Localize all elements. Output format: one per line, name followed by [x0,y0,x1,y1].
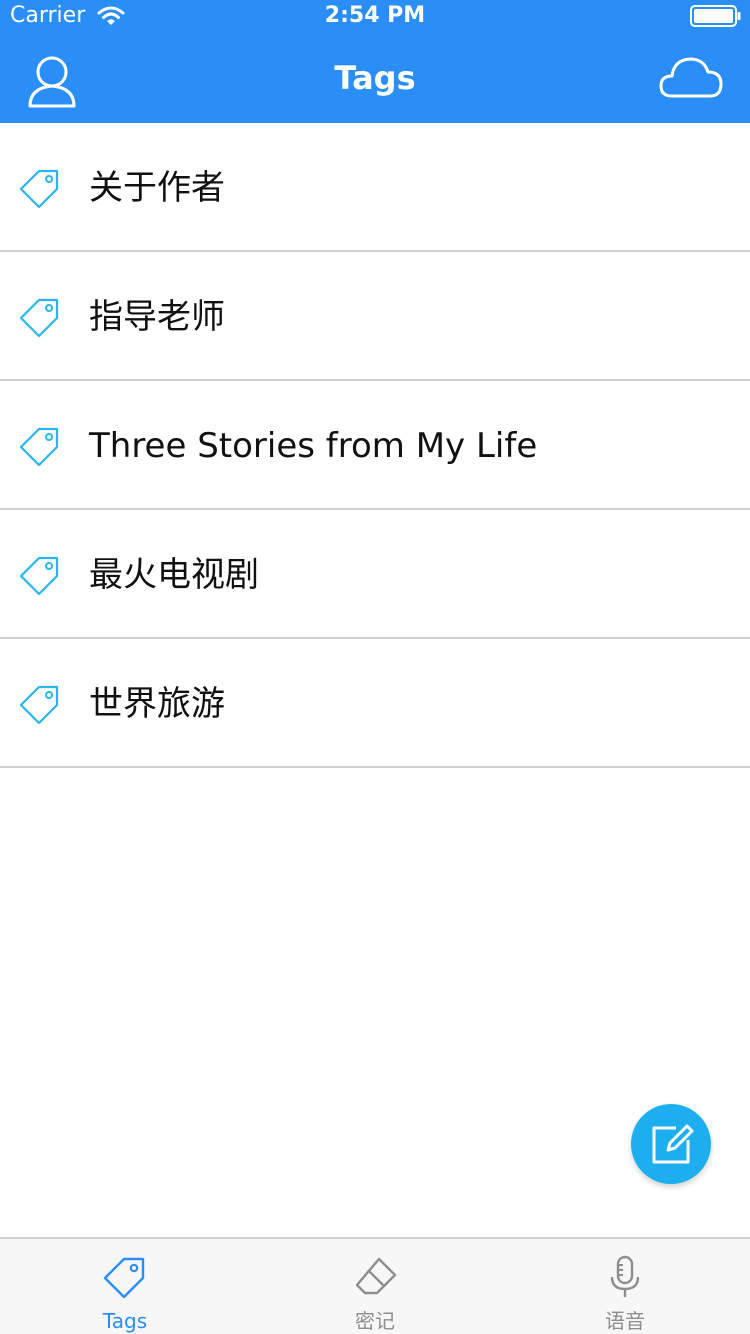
tag-row[interactable]: 世界旅游 [0,639,750,768]
compose-button[interactable] [631,1104,711,1184]
tag-icon [19,556,59,596]
tab-bar: Tags 密记 语音 [0,1237,750,1334]
tag-row[interactable]: 最火电视剧 [0,510,750,639]
status-bar: Carrier 2:54 PM [0,0,750,32]
page-title: Tags [334,59,416,97]
tab-miji[interactable]: 密记 [250,1239,500,1334]
tag-icon [19,169,59,209]
tags-screen: Carrier 2:54 PM Tags 关于作者 指导老师 Three Sto… [0,0,750,1334]
tab-voice[interactable]: 语音 [500,1239,750,1334]
tag-label: 指导老师 [89,297,225,337]
tag-row[interactable]: Three Stories from My Life [0,381,750,510]
eraser-icon [355,1257,397,1295]
tag-label: 世界旅游 [89,684,225,724]
nav-bar: Tags [0,32,750,123]
tag-icon [19,427,59,467]
header: Carrier 2:54 PM Tags [0,0,750,123]
tab-label: 密记 [355,1309,395,1333]
tab-tags[interactable]: Tags [0,1239,250,1334]
battery-icon [690,5,741,27]
microphone-icon [610,1255,640,1297]
tab-label: Tags [102,1309,148,1333]
tag-row[interactable]: 关于作者 [0,123,750,252]
compose-icon [652,1124,694,1164]
tag-label: 关于作者 [89,168,225,208]
tab-label: 语音 [605,1309,645,1333]
tag-list: 关于作者 指导老师 Three Stories from My Life 最火电… [0,123,750,768]
tag-icon [19,685,59,725]
tag-icon [103,1257,145,1299]
cloud-icon[interactable] [658,54,724,102]
tag-row[interactable]: 指导老师 [0,252,750,381]
tag-label: Three Stories from My Life [89,426,538,466]
tag-label: 最火电视剧 [89,555,259,595]
tag-icon [19,298,59,338]
status-time: 2:54 PM [324,3,426,28]
